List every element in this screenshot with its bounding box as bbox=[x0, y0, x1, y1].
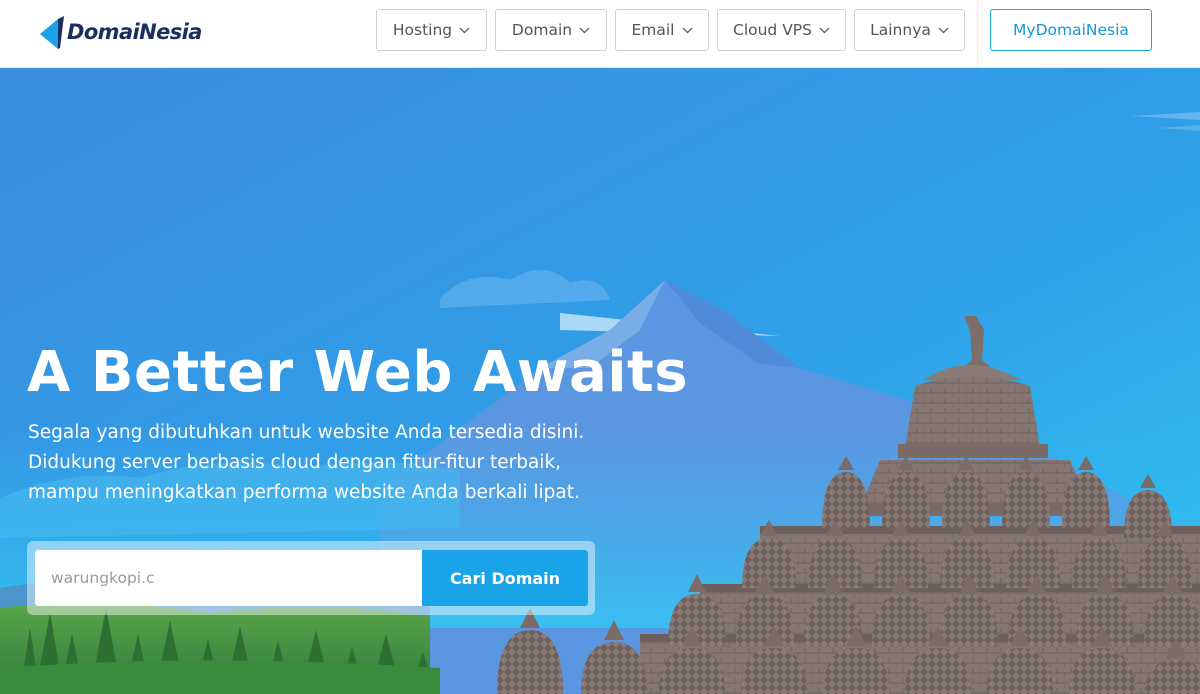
nav-cloud-vps[interactable]: Cloud VPS bbox=[717, 9, 846, 51]
nav-lainnya[interactable]: Lainnya bbox=[854, 9, 965, 51]
nav-email-label: Email bbox=[631, 21, 675, 39]
nav-domain-label: Domain bbox=[511, 21, 573, 39]
chevron-down-icon bbox=[819, 27, 830, 33]
nav-hosting[interactable]: Hosting bbox=[376, 9, 487, 51]
chevron-down-icon bbox=[938, 27, 949, 33]
my-account-button[interactable]: MyDomaiNesia bbox=[990, 9, 1152, 51]
brand-logo[interactable]: DomaiNesia bbox=[38, 12, 202, 52]
domain-search-form: Cari Domain bbox=[27, 541, 595, 615]
nav-cloud-vps-label: Cloud VPS bbox=[733, 21, 812, 39]
nav-divider bbox=[977, 0, 978, 68]
hero-title: A Better Web Awaits bbox=[27, 340, 689, 405]
hero-description-line: Segala yang dibutuhkan untuk website And… bbox=[28, 422, 585, 443]
nav-domain[interactable]: Domain bbox=[495, 9, 607, 51]
nav-email[interactable]: Email bbox=[615, 9, 709, 51]
hero-description-line: mampu meningkatkan performa website Anda… bbox=[28, 482, 580, 503]
nav-hosting-label: Hosting bbox=[392, 21, 453, 39]
search-domain-button[interactable]: Cari Domain bbox=[422, 550, 588, 606]
brand-name: DomaiNesia bbox=[67, 20, 202, 44]
chevron-down-icon bbox=[682, 27, 692, 33]
top-navbar: DomaiNesia Hosting Domain Email Cloud VP… bbox=[0, 0, 1200, 68]
chevron-down-icon bbox=[459, 27, 470, 33]
logo-mark-icon bbox=[40, 16, 64, 49]
main-nav: Hosting Domain Email Cloud VPS Lainnya bbox=[376, 9, 965, 51]
hero-description: Segala yang dibutuhkan untuk website And… bbox=[28, 418, 628, 508]
nav-lainnya-label: Lainnya bbox=[870, 21, 931, 39]
chevron-down-icon bbox=[579, 27, 590, 33]
hero-description-line: Didukung server berbasis cloud dengan fi… bbox=[28, 452, 562, 473]
hero-section: A Better Web Awaits Segala yang dibutuhk… bbox=[0, 68, 1200, 694]
domain-search-input[interactable] bbox=[35, 550, 422, 606]
